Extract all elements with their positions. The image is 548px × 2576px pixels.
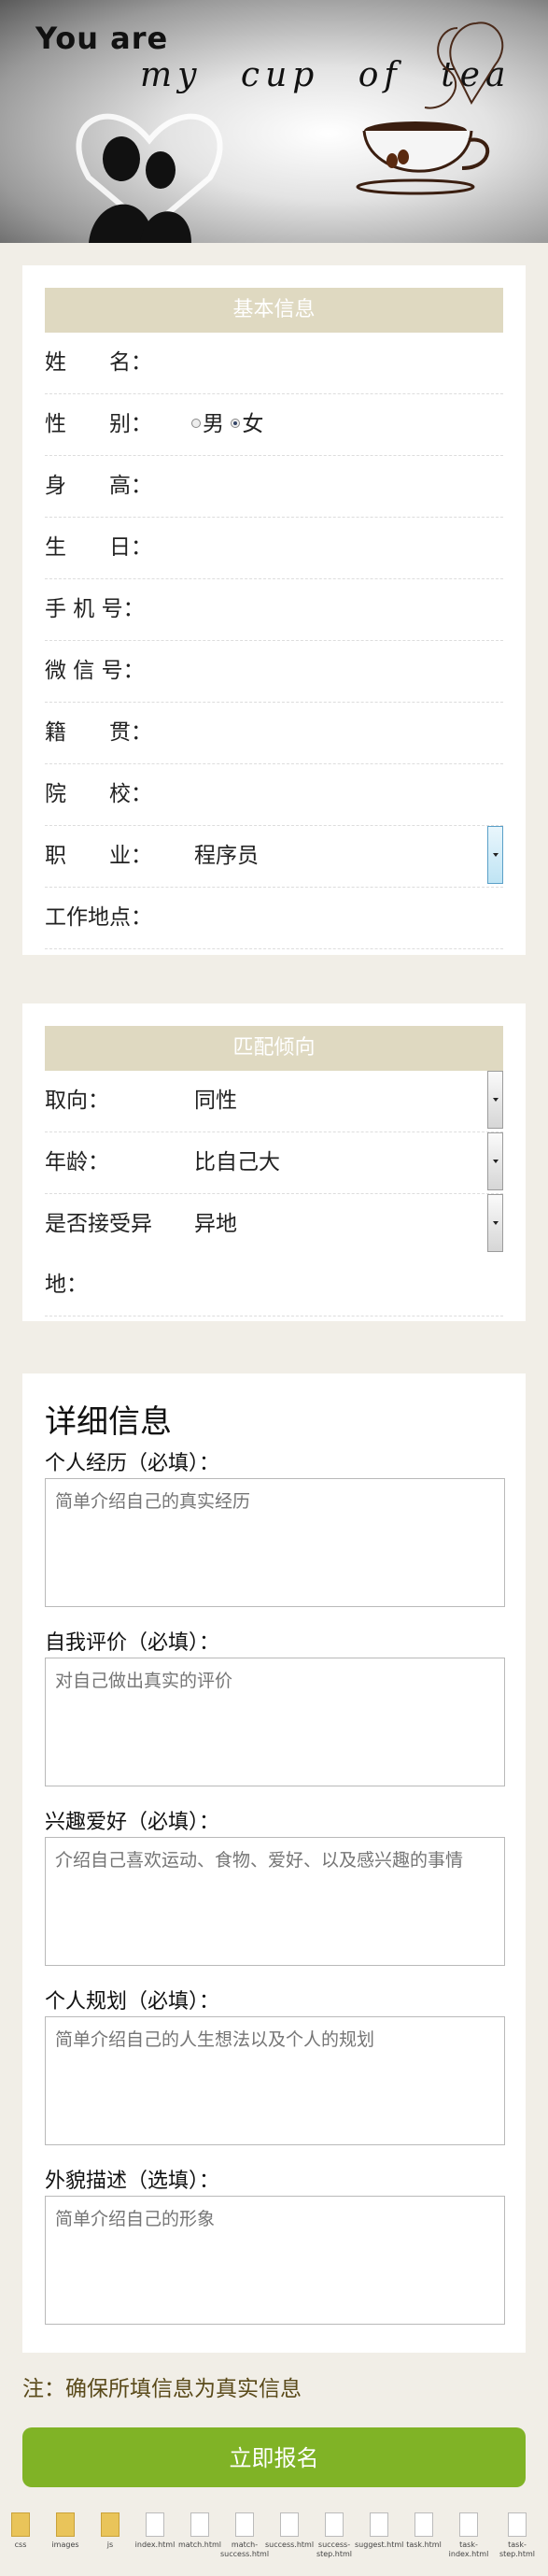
distance-value: 异地 — [194, 1212, 237, 1236]
school-row[interactable]: 院 校： — [45, 764, 503, 826]
wechat-label: 微 信 号： — [45, 659, 145, 683]
distance-dropdown-arrow-icon[interactable] — [487, 1194, 503, 1252]
distance-label-line2: 地： — [45, 1273, 88, 1297]
distance-label-line1: 是否接受异 — [45, 1212, 152, 1236]
file-name: images — [51, 2540, 79, 2549]
experience-textarea[interactable] — [45, 1478, 505, 1607]
match-preference-header: 匹配倾向 — [45, 1026, 503, 1071]
age-dropdown-arrow-icon[interactable] — [487, 1132, 503, 1190]
html-file-icon — [415, 2512, 433, 2537]
file-name: task.html — [406, 2540, 442, 2549]
file-name: js — [106, 2540, 114, 2549]
match-preference-card: 匹配倾向 取向： 同性 年龄： 比自己大 是否接受异 地： 异地 — [22, 1003, 526, 1321]
file-name: match.html — [177, 2540, 222, 2549]
male-radio[interactable] — [191, 418, 201, 428]
truth-notice: 注：确保所填信息为真实信息 — [22, 2377, 302, 2401]
plan-label: 个人规划（必填）： — [45, 1990, 220, 2014]
basic-info-header: 基本信息 — [45, 288, 503, 333]
wechat-row[interactable]: 微 信 号： — [45, 641, 503, 703]
hometown-label: 籍 贯： — [45, 720, 152, 745]
html-file-icon — [280, 2512, 299, 2537]
occupation-value: 程序员 — [194, 844, 259, 868]
gender-label: 性 别： — [45, 412, 152, 436]
html-file-icon — [370, 2512, 388, 2537]
age-label: 年龄： — [45, 1150, 109, 1174]
height-row[interactable]: 身 高： — [45, 456, 503, 518]
detail-info-title: 详细信息 — [45, 1403, 172, 1441]
file-item[interactable]: match.html — [176, 2512, 224, 2550]
phone-label: 手 机 号： — [45, 597, 145, 621]
occupation-label: 职 业： — [45, 844, 152, 868]
gender-row: 性 别： 男 女 — [45, 394, 503, 456]
file-name: suggest.html — [355, 2540, 404, 2549]
file-name: success.html — [265, 2540, 315, 2549]
name-row[interactable]: 姓 名： — [45, 333, 503, 394]
file-name: success-step.html — [316, 2540, 353, 2558]
orientation-label: 取向： — [45, 1089, 109, 1113]
orientation-dropdown-arrow-icon[interactable] — [487, 1071, 503, 1129]
file-name: task-index.html — [448, 2540, 489, 2558]
html-file-icon — [508, 2512, 527, 2537]
file-item[interactable]: task-step.html — [493, 2512, 541, 2559]
appearance-label: 外貌描述（选填）： — [45, 2170, 220, 2193]
file-item[interactable]: task-index.html — [444, 2512, 493, 2559]
file-item[interactable]: suggest.html — [355, 2512, 403, 2550]
plan-textarea[interactable] — [45, 2016, 505, 2145]
phone-row[interactable]: 手 机 号： — [45, 579, 503, 641]
html-file-icon — [459, 2512, 478, 2537]
folder-icon — [56, 2512, 75, 2537]
html-file-icon — [325, 2512, 344, 2537]
appearance-textarea[interactable] — [45, 2196, 505, 2325]
file-item[interactable]: success-step.html — [310, 2512, 358, 2559]
female-radio-label: 女 — [242, 412, 264, 436]
file-bar: css images js index.html match.html matc… — [0, 2509, 548, 2576]
file-item[interactable]: images — [41, 2512, 90, 2550]
birthday-row[interactable]: 生 日： — [45, 518, 503, 579]
file-name: css — [14, 2540, 27, 2549]
html-file-icon — [235, 2512, 254, 2537]
gender-options: 男 女 — [191, 394, 263, 455]
orientation-value: 同性 — [194, 1089, 237, 1113]
hometown-row[interactable]: 籍 贯： — [45, 703, 503, 764]
submit-button[interactable]: 立即报名 — [22, 2427, 526, 2487]
orientation-select[interactable]: 取向： 同性 — [45, 1071, 503, 1132]
male-radio-label: 男 — [203, 412, 224, 436]
distance-select[interactable]: 是否接受异 地： 异地 — [45, 1194, 503, 1316]
school-label: 院 校： — [45, 782, 152, 806]
file-item[interactable]: match-success.html — [220, 2512, 269, 2559]
detail-info-card: 详细信息 个人经历（必填）： 自我评价（必填）： 兴趣爱好（必填）： 个人规划（… — [22, 1373, 526, 2353]
occupation-select[interactable]: 职 业： 程序员 — [45, 826, 503, 888]
file-name: match-success.html — [220, 2540, 270, 2558]
experience-label: 个人经历（必填）： — [45, 1452, 220, 1475]
file-item[interactable]: js — [86, 2512, 134, 2550]
birthday-label: 生 日： — [45, 535, 152, 560]
header-banner: You are my cup of tea — [0, 0, 548, 243]
occupation-dropdown-arrow-icon[interactable] — [487, 826, 503, 884]
folder-icon — [11, 2512, 30, 2537]
file-name: task-step.html — [499, 2540, 536, 2558]
file-item[interactable]: index.html — [131, 2512, 179, 2550]
folder-icon — [101, 2512, 119, 2537]
html-file-icon — [190, 2512, 209, 2537]
file-item[interactable]: css — [0, 2512, 45, 2550]
age-select[interactable]: 年龄： 比自己大 — [45, 1132, 503, 1194]
basic-info-card: 基本信息 姓 名： 性 别： 男 女 身 高： 生 日： 手 机 号： 微 信 … — [22, 265, 526, 955]
file-item[interactable]: task.html — [400, 2512, 448, 2550]
height-label: 身 高： — [45, 474, 152, 498]
female-radio[interactable] — [231, 418, 241, 428]
name-label: 姓 名： — [45, 350, 152, 375]
work-location-row[interactable]: 工作地点： — [45, 888, 503, 949]
coffee-cup-icon — [356, 21, 504, 195]
file-name: index.html — [134, 2540, 176, 2549]
html-file-icon — [146, 2512, 164, 2537]
self-eval-textarea[interactable] — [45, 1658, 505, 1786]
work-location-label: 工作地点： — [45, 905, 152, 930]
age-value: 比自己大 — [194, 1150, 280, 1174]
hobbies-textarea[interactable] — [45, 1837, 505, 1966]
self-eval-label: 自我评价（必填）： — [45, 1631, 220, 1655]
hobbies-label: 兴趣爱好（必填）： — [45, 1811, 220, 1834]
file-item[interactable]: success.html — [265, 2512, 314, 2550]
